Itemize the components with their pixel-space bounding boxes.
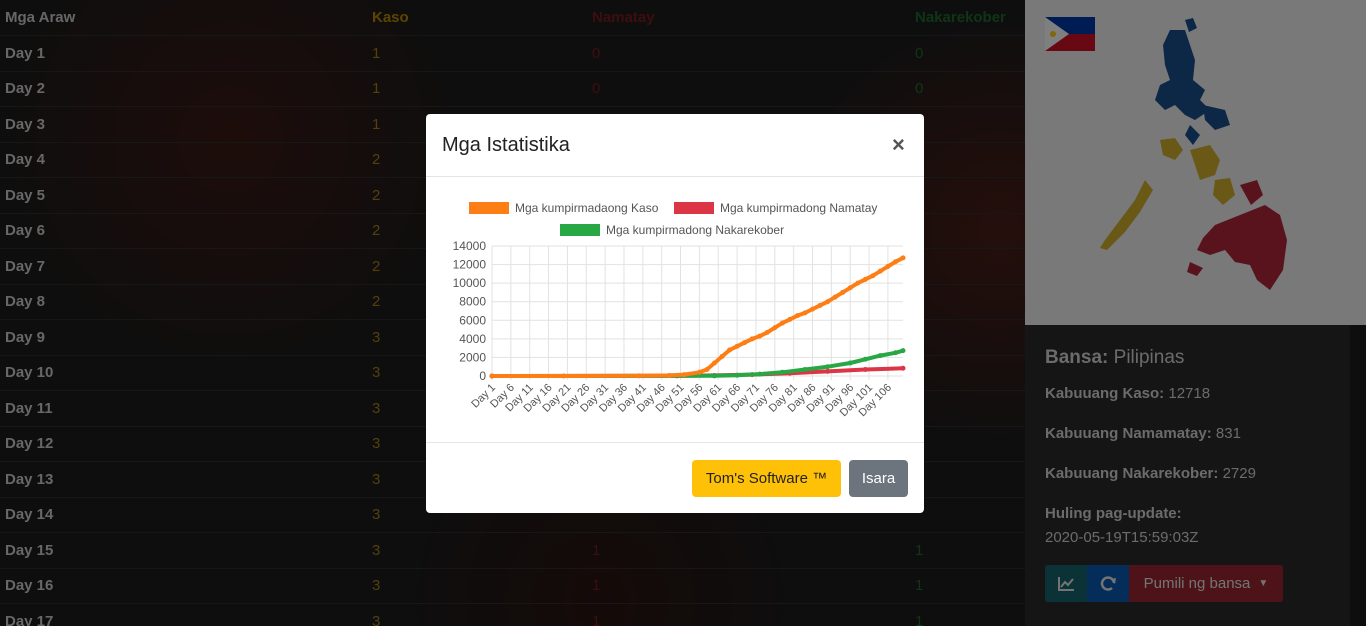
data-point	[719, 354, 725, 359]
data-point	[794, 313, 800, 319]
data-point	[757, 333, 763, 339]
data-point	[764, 329, 770, 335]
legend-swatch[interactable]	[674, 202, 714, 214]
data-point	[892, 350, 898, 356]
chart-y-axis: 0 2000 4000 6000 8000 10000 12000 14000	[453, 239, 487, 383]
data-point	[847, 360, 853, 366]
legend-label[interactable]: Mga kumpirmadaong Kaso	[515, 201, 659, 215]
data-point	[727, 347, 733, 353]
data-point	[749, 336, 755, 342]
data-point	[862, 276, 868, 282]
data-point	[734, 372, 740, 378]
legend-swatch[interactable]	[469, 202, 509, 214]
data-point	[810, 306, 816, 312]
y-tick-label: 2000	[459, 350, 486, 364]
data-point	[711, 373, 717, 379]
data-point	[840, 289, 846, 295]
data-point	[742, 340, 748, 346]
data-point	[681, 372, 687, 378]
data-point	[870, 273, 876, 279]
modal-footer: Tom's Software ™ Isara	[426, 442, 924, 514]
data-point	[825, 364, 831, 370]
legend-swatch[interactable]	[560, 224, 600, 236]
data-point	[696, 369, 702, 375]
data-point	[877, 268, 883, 274]
legend-label[interactable]: Mga kumpirmadong Namatay	[720, 201, 877, 215]
statistics-chart: Mga kumpirmadaong Kaso Mga kumpirmadong N…	[453, 201, 906, 419]
y-tick-label: 6000	[459, 313, 486, 327]
data-point	[862, 356, 868, 362]
y-tick-label: 14000	[453, 239, 487, 253]
data-point	[802, 367, 808, 372]
y-tick-label: 8000	[459, 295, 486, 309]
chart-x-axis: Day 1Day 6Day 11Day 16Day 21Day 26Day 31…	[469, 382, 894, 419]
close-modal-button[interactable]: Isara	[849, 460, 908, 497]
data-point	[561, 373, 567, 379]
data-point	[900, 348, 906, 354]
data-point	[666, 372, 672, 378]
data-point	[900, 255, 906, 261]
data-point	[779, 320, 785, 326]
data-point	[847, 285, 853, 291]
data-point	[900, 365, 906, 371]
chart-grid	[491, 245, 903, 380]
data-point	[877, 353, 883, 359]
data-point	[885, 263, 891, 269]
y-tick-label: 0	[479, 369, 486, 383]
data-point	[757, 371, 763, 377]
chart-series	[489, 255, 906, 379]
toms-software-button[interactable]: Tom's Software ™	[692, 460, 841, 497]
data-point	[489, 373, 495, 379]
data-point	[734, 343, 740, 349]
data-point	[772, 325, 778, 331]
data-point	[779, 369, 785, 375]
y-tick-label: 10000	[453, 276, 487, 290]
statistics-modal: Mga Istatistika × Mga kumpirmadaong Kaso…	[426, 114, 924, 513]
series-line	[490, 255, 905, 378]
data-point	[711, 360, 717, 366]
modal-header: Mga Istatistika ×	[426, 114, 924, 177]
data-point	[802, 310, 808, 316]
data-point	[636, 373, 642, 379]
close-icon[interactable]: ×	[892, 132, 905, 158]
data-point	[862, 367, 868, 372]
modal-title: Mga Istatistika	[442, 134, 570, 156]
data-point	[704, 367, 710, 372]
data-point	[817, 302, 823, 308]
y-tick-label: 4000	[459, 332, 486, 346]
legend-label[interactable]: Mga kumpirmadong Nakarekober	[606, 223, 784, 237]
data-point	[825, 299, 831, 305]
data-point	[855, 280, 861, 286]
data-point	[892, 259, 898, 265]
y-tick-label: 12000	[453, 258, 487, 272]
data-point	[832, 294, 838, 300]
data-point	[787, 316, 793, 322]
chart-legend: Mga kumpirmadaong Kaso Mga kumpirmadong N…	[469, 201, 877, 237]
data-point	[825, 368, 831, 374]
